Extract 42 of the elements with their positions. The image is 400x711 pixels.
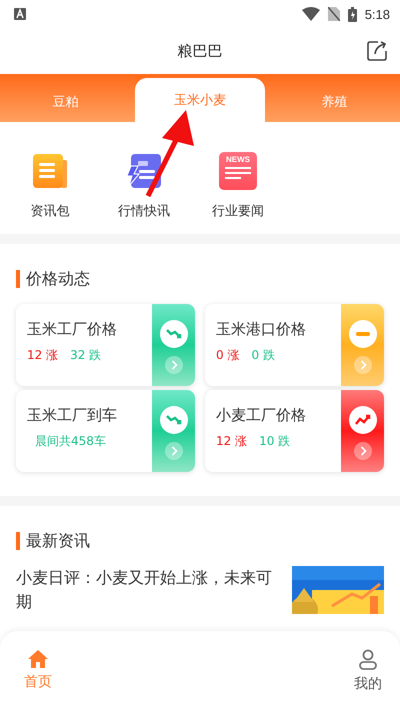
fall-count: 0 跌 [251, 347, 275, 364]
chevron-icon [164, 356, 182, 374]
status-time: 5:18 [364, 6, 390, 22]
minus-icon [348, 320, 376, 348]
user-icon [358, 649, 378, 671]
news-icon: NEWS [219, 152, 257, 190]
chevron-icon [164, 442, 182, 460]
price-card[interactable]: 玉米工厂价格 12 涨 32 跌 [16, 304, 195, 386]
card-title: 小麦工厂价格 [216, 406, 307, 425]
section-title: 最新资讯 [16, 532, 384, 550]
notification-icon [14, 8, 26, 20]
no-sim-icon [328, 7, 340, 21]
shortcut-button[interactable]: NEWS 行业要闻 [200, 152, 276, 220]
price-card[interactable]: 玉米工厂到车 晨间共458车 [16, 390, 195, 472]
battery-icon [348, 6, 357, 22]
shortcut-button[interactable]: 行情快讯 [106, 152, 182, 220]
price-card[interactable]: 小麦工厂价格 12 涨 10 跌 [205, 390, 384, 472]
trend-icon [160, 406, 188, 434]
card-title: 玉米工厂价格 [27, 320, 118, 339]
document-icon [31, 152, 69, 190]
home-icon [27, 649, 49, 669]
share-button[interactable] [366, 40, 388, 62]
wifi-icon [302, 7, 320, 21]
fall-count: 32 跌 [70, 347, 102, 364]
arrival-note: 晨间共458车 [34, 433, 106, 450]
shortcut-button[interactable]: 资讯包 [12, 152, 88, 220]
rise-count: 12 涨 [216, 433, 248, 450]
rise-count: 0 涨 [216, 347, 240, 364]
section-title: 价格动态 [16, 270, 384, 288]
article-title[interactable]: 小麦日评：小麦又开始上涨，未来可期 [16, 566, 272, 614]
card-title: 玉米港口价格 [216, 320, 307, 339]
chevron-icon [354, 442, 372, 460]
nav-tab[interactable]: 我的 [348, 631, 388, 711]
fall-count: 10 跌 [259, 433, 290, 450]
trend-icon [160, 320, 188, 348]
rise-count: 12 涨 [27, 347, 58, 364]
card-title: 玉米工厂到车 [27, 406, 118, 425]
flash-document-icon [125, 152, 163, 190]
chevron-icon [354, 356, 372, 374]
trend-icon [348, 406, 376, 434]
app-title: 粮巴巴 [178, 42, 222, 60]
price-card[interactable]: 玉米港口价格 0 涨 0 跌 [205, 304, 384, 386]
